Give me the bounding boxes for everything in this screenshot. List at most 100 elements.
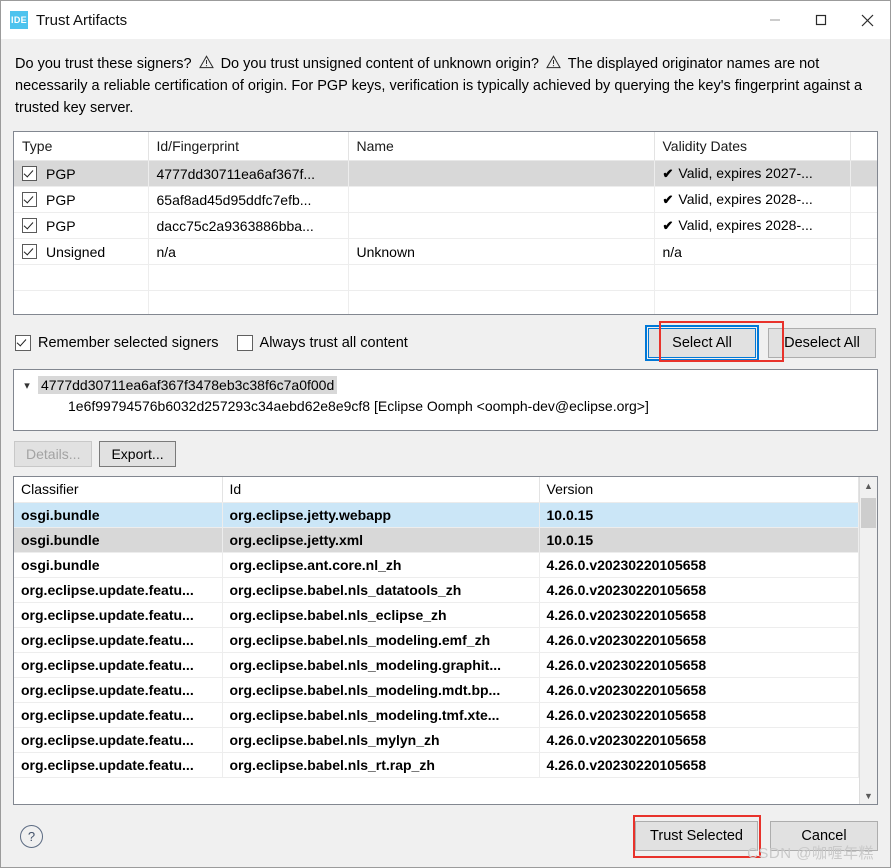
fingerprint-subkey-detail: 1e6f99794576b6032d257293c34aebd62e8e9cf8…: [68, 398, 649, 414]
signer-type-cell[interactable]: PGP: [14, 186, 149, 213]
artifacts-table-row[interactable]: org.eclipse.update.featu... org.eclipse.b…: [14, 702, 859, 728]
chevron-up-icon[interactable]: ▲: [860, 477, 877, 494]
signer-validity-cell: n/a: [654, 238, 851, 265]
fingerprint-detail-panel[interactable]: ▾ 4777dd30711ea6af367f3478eb3c38f6c7a0f0…: [13, 369, 878, 431]
maximize-icon[interactable]: [798, 1, 844, 39]
artifact-version-cell: 4.26.0.v20230220105658: [539, 702, 859, 728]
signer-name-cell: [348, 212, 655, 239]
signer-checkbox[interactable]: [22, 191, 37, 207]
artifacts-col-classifier[interactable]: Classifier: [14, 477, 223, 503]
dialog-body: Do you trust these signers? Do you trust…: [1, 39, 890, 805]
artifacts-table-row[interactable]: org.eclipse.update.featu... org.eclipse.b…: [14, 652, 859, 678]
signers-table-row[interactable]: Unsigned n/a Unknown n/a: [14, 238, 877, 265]
chevron-down-icon[interactable]: ▾: [20, 379, 34, 392]
window-title: Trust Artifacts: [36, 11, 128, 29]
trust-selected-button[interactable]: Trust Selected: [635, 821, 758, 851]
artifacts-table[interactable]: Classifier Id Version osgi.bundle org.ecl…: [13, 476, 878, 805]
signers-col-fingerprint[interactable]: Id/Fingerprint: [148, 132, 349, 161]
signers-col-validity[interactable]: Validity Dates: [654, 132, 851, 161]
checkbox-box: [236, 335, 253, 351]
trust-artifacts-dialog: IDE Trust Artifacts Do you trust these s…: [0, 0, 891, 868]
signer-type-cell[interactable]: PGP: [14, 160, 149, 187]
artifact-id-cell: org.eclipse.ant.core.nl_zh: [222, 552, 540, 578]
signers-table-row[interactable]: PGP 65af8ad45d95ddfc7efb... ✔ Valid, expire…: [14, 186, 877, 213]
signers-col-type[interactable]: Type: [14, 132, 149, 161]
artifact-id-cell: org.eclipse.jetty.xml: [222, 527, 540, 553]
artifacts-table-row[interactable]: osgi.bundle org.eclipse.ant.core.nl_zh 4.2…: [14, 552, 859, 578]
always-trust-checkbox[interactable]: Always trust all content: [236, 335, 408, 351]
artifact-classifier-cell: osgi.bundle: [14, 527, 223, 553]
artifacts-table-row[interactable]: osgi.bundle org.eclipse.jetty.webapp 10.0.…: [14, 502, 859, 528]
artifact-id-cell: org.eclipse.babel.nls_modeling.mdt.bp...: [222, 677, 540, 703]
footer-buttons: Trust Selected Cancel: [635, 821, 878, 851]
artifacts-table-row[interactable]: org.eclipse.update.featu... org.eclipse.b…: [14, 677, 859, 703]
title-bar: IDE Trust Artifacts: [1, 1, 890, 39]
artifact-id-cell: org.eclipse.babel.nls_modeling.emf_zh: [222, 627, 540, 653]
artifacts-scrollbar[interactable]: ▲ ▼: [859, 477, 877, 804]
signer-type-label: PGP: [46, 191, 76, 208]
signer-validity-cell: ✔ Valid, expires 2027-...: [654, 160, 851, 187]
signers-table-row[interactable]: [14, 290, 877, 314]
artifacts-table-row[interactable]: osgi.bundle org.eclipse.jetty.xml 10.0.15: [14, 527, 859, 553]
help-icon[interactable]: ?: [20, 824, 43, 848]
signers-table-row[interactable]: [14, 264, 877, 291]
signer-extra-cell: [850, 186, 877, 213]
dialog-footer: ? Trust Selected Cancel CSDN @咖喱年糕: [1, 805, 890, 867]
signer-extra-cell: [850, 212, 877, 239]
artifacts-table-row[interactable]: org.eclipse.update.featu... org.eclipse.b…: [14, 752, 859, 778]
signer-fingerprint-cell: 4777dd30711ea6af367f...: [148, 160, 349, 187]
signers-empty-cell: [348, 290, 655, 314]
export-button[interactable]: Export...: [99, 441, 176, 467]
chevron-down-icon[interactable]: ▼: [860, 787, 877, 804]
scrollbar-track[interactable]: [860, 494, 877, 787]
signer-extra-cell: [850, 160, 877, 187]
signer-validity-cell: ✔ Valid, expires 2028-...: [654, 212, 851, 239]
artifacts-col-id[interactable]: Id: [222, 477, 540, 503]
signers-table-row[interactable]: PGP 4777dd30711ea6af367f... ✔ Valid, expire…: [14, 160, 877, 187]
select-all-button[interactable]: Select All: [645, 325, 759, 361]
warning-icon-2: [546, 54, 561, 76]
cancel-button[interactable]: Cancel: [770, 821, 878, 851]
signers-empty-cell: [148, 264, 349, 291]
signer-checkbox[interactable]: [22, 243, 37, 259]
signer-type-cell[interactable]: Unsigned: [14, 238, 149, 265]
signer-type-label: PGP: [46, 217, 76, 234]
artifact-classifier-cell: org.eclipse.update.featu...: [14, 702, 223, 728]
signers-empty-cell: [14, 290, 149, 314]
signer-name-cell: [348, 186, 655, 213]
remember-signers-checkbox[interactable]: Remember selected signers: [15, 335, 219, 351]
deselect-all-button[interactable]: Deselect All: [768, 328, 876, 358]
prompt-question-unsigned: Do you trust unsigned content of unknown…: [220, 56, 539, 72]
signer-name-cell: Unknown: [348, 238, 655, 265]
artifact-classifier-cell: org.eclipse.update.featu...: [14, 577, 223, 603]
artifact-id-cell: org.eclipse.babel.nls_mylyn_zh: [222, 727, 540, 753]
prompt-text: Do you trust these signers? Do you trust…: [13, 39, 878, 131]
artifact-version-cell: 4.26.0.v20230220105658: [539, 602, 859, 628]
signers-table[interactable]: Type Id/Fingerprint Name Validity Dates …: [13, 131, 878, 315]
detail-action-buttons: Details... Export...: [13, 431, 878, 476]
artifact-classifier-cell: osgi.bundle: [14, 502, 223, 528]
scrollbar-thumb[interactable]: [861, 498, 876, 528]
remember-signers-label: Remember selected signers: [38, 335, 219, 351]
signers-table-row[interactable]: PGP dacc75c2a9363886bba... ✔ Valid, expires…: [14, 212, 877, 239]
artifact-id-cell: org.eclipse.babel.nls_modeling.tmf.xte..…: [222, 702, 540, 728]
signers-col-extra[interactable]: [850, 132, 877, 161]
artifacts-table-row[interactable]: org.eclipse.update.featu... org.eclipse.b…: [14, 627, 859, 653]
warning-icon-1: [198, 54, 214, 76]
fingerprint-row[interactable]: ▾ 4777dd30711ea6af367f3478eb3c38f6c7a0f0…: [20, 376, 871, 394]
signer-name-cell: [348, 160, 655, 187]
close-icon[interactable]: [844, 1, 890, 39]
signer-type-cell[interactable]: PGP: [14, 212, 149, 239]
artifacts-table-row[interactable]: org.eclipse.update.featu... org.eclipse.b…: [14, 577, 859, 603]
artifacts-col-version[interactable]: Version: [539, 477, 859, 503]
selection-buttons: Select All Deselect All: [645, 325, 876, 361]
signers-col-name[interactable]: Name: [348, 132, 655, 161]
signer-checkbox[interactable]: [22, 165, 37, 181]
minimize-icon[interactable]: [752, 1, 798, 39]
signer-checkbox[interactable]: [22, 217, 37, 233]
artifacts-table-row[interactable]: org.eclipse.update.featu... org.eclipse.b…: [14, 727, 859, 753]
details-button[interactable]: Details...: [14, 441, 93, 467]
artifact-version-cell: 4.26.0.v20230220105658: [539, 652, 859, 678]
artifacts-table-row[interactable]: org.eclipse.update.featu... org.eclipse.b…: [14, 602, 859, 628]
artifact-classifier-cell: org.eclipse.update.featu...: [14, 752, 223, 778]
